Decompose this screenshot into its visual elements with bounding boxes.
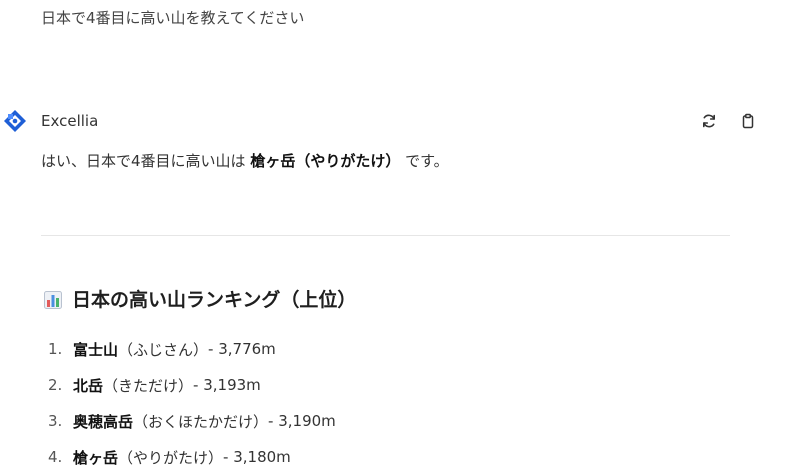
mountain-reading: （おくほたかだけ）: [133, 412, 269, 431]
excellia-logo-icon: [2, 108, 28, 134]
copy-button[interactable]: [737, 110, 759, 132]
assistant-name: Excellia: [41, 112, 99, 130]
mountain-reading: （やりがたけ）: [118, 448, 224, 467]
answer-prefix: はい、日本で4番目に高い山は: [41, 152, 251, 170]
answer-highlight: 槍ヶ岳（やりがたけ）: [250, 152, 401, 170]
mountain-name: 槍ヶ岳: [73, 448, 119, 467]
refresh-icon: [703, 114, 715, 128]
item-number: 3.: [48, 412, 63, 430]
list-item: 4. 槍ヶ岳 （やりがたけ） - 3,180m: [48, 439, 336, 475]
ranking-heading: 日本の高い山ランキング（上位）: [44, 287, 356, 313]
mountain-height: - 3,190m: [268, 412, 336, 430]
mountain-name: 奥穂高岳: [73, 412, 134, 431]
list-item: 3. 奥穂高岳 （おくほたかだけ） - 3,190m: [48, 403, 336, 439]
item-number: 1.: [48, 340, 63, 358]
mountain-height: - 3,776m: [208, 340, 276, 358]
item-number: 2.: [48, 376, 63, 394]
mountain-name: 富士山: [73, 340, 119, 359]
mountain-reading: （きただけ）: [103, 376, 194, 395]
user-message: 日本で4番目に高い山を教えてください: [41, 9, 305, 27]
clipboard-icon: [742, 113, 754, 129]
mountain-reading: （ふじさん）: [118, 340, 209, 359]
regenerate-button[interactable]: [698, 110, 720, 132]
list-item: 1. 富士山 （ふじさん） - 3,776m: [48, 331, 336, 367]
ranking-title: 日本の高い山ランキング（上位）: [72, 289, 357, 311]
bar-chart-icon: [44, 291, 62, 309]
assistant-answer: はい、日本で4番目に高い山は 槍ヶ岳（やりがたけ） です。: [41, 150, 449, 172]
answer-suffix: です。: [400, 152, 449, 170]
item-number: 4.: [48, 448, 63, 466]
mountain-height: - 3,193m: [193, 376, 261, 394]
mountain-height: - 3,180m: [223, 448, 291, 466]
ranking-list: 1. 富士山 （ふじさん） - 3,776m 2. 北岳 （きただけ） - 3,…: [48, 331, 336, 475]
divider: [41, 235, 730, 236]
list-item: 2. 北岳 （きただけ） - 3,193m: [48, 367, 336, 403]
mountain-name: 北岳: [73, 376, 104, 395]
